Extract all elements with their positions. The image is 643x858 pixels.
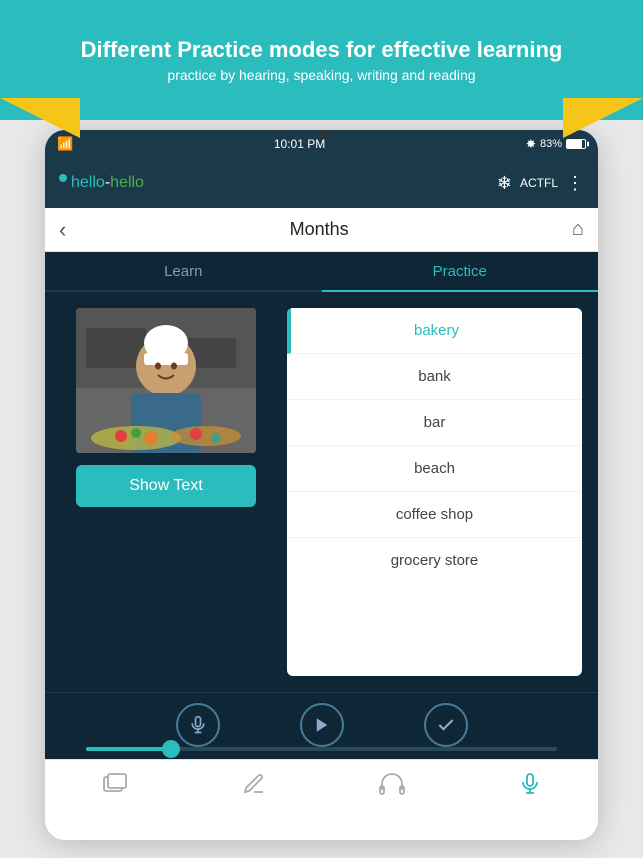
banner-title: Different Practice modes for effective l…	[61, 37, 583, 63]
tab-bar-item-listen[interactable]	[379, 772, 405, 802]
word-item[interactable]: beach	[287, 446, 582, 492]
device-frame: 📶 10:01 PM ✸ 83% hello - hello	[45, 130, 598, 840]
back-button[interactable]: ‹	[59, 217, 66, 243]
tab-practice[interactable]: Practice	[322, 252, 599, 292]
header-right: ❄ ACTFL ⋮	[497, 173, 584, 194]
chef-image	[76, 308, 256, 453]
banner-decoration-right	[563, 98, 643, 138]
check-button[interactable]	[424, 703, 468, 747]
flashcard-icon	[101, 772, 129, 802]
tab-bar-item-speak[interactable]	[518, 772, 542, 802]
tabs: Learn Practice	[45, 252, 598, 292]
tab-bar-item-write[interactable]	[242, 772, 266, 802]
bottom-controls	[45, 692, 598, 759]
practice-area: Show Text bakerybankbarbeachcoffee shopg…	[45, 292, 598, 692]
play-button[interactable]	[300, 703, 344, 747]
control-buttons	[176, 703, 468, 747]
word-item[interactable]: coffee shop	[287, 492, 582, 538]
progress-fill	[86, 747, 171, 751]
tab-bar	[45, 759, 598, 813]
banner-decoration-left	[0, 98, 80, 138]
word-item[interactable]: bar	[287, 400, 582, 446]
battery-fill	[567, 140, 582, 148]
word-item[interactable]: bakery	[287, 308, 582, 354]
speak-icon	[518, 772, 542, 802]
nav-bar: ‹ Months ⌂	[45, 208, 598, 252]
bluetooth-icon: ✸	[526, 137, 536, 151]
actfl-label: ACTFL	[520, 176, 558, 190]
image-placeholder	[76, 308, 256, 453]
home-button[interactable]: ⌂	[572, 218, 584, 241]
battery-bar	[566, 139, 586, 149]
progress-track	[86, 747, 556, 751]
mic-button[interactable]	[176, 703, 220, 747]
status-bar-left: 📶	[57, 136, 73, 152]
tab-learn[interactable]: Learn	[45, 252, 322, 290]
app-header: hello - hello ❄ ACTFL ⋮	[45, 158, 598, 208]
status-time: 10:01 PM	[274, 137, 325, 151]
nav-title: Months	[290, 219, 349, 240]
banner-subtitle: practice by hearing, speaking, writing a…	[167, 67, 475, 83]
word-item[interactable]: grocery store	[287, 538, 582, 583]
write-icon	[242, 772, 266, 802]
menu-icon[interactable]: ⋮	[566, 173, 584, 194]
main-content: Learn Practice	[45, 252, 598, 692]
word-item[interactable]: bank	[287, 354, 582, 400]
logo-area: hello - hello	[59, 174, 144, 192]
word-list: bakerybankbarbeachcoffee shopgrocery sto…	[287, 308, 582, 676]
battery-percent: 83%	[540, 138, 562, 150]
tab-bar-item-flashcard[interactable]	[101, 772, 129, 802]
logo-hello1: hello	[71, 174, 105, 192]
banner: Different Practice modes for effective l…	[0, 0, 643, 120]
camera-dot	[318, 130, 326, 138]
show-text-button[interactable]: Show Text	[76, 465, 256, 507]
progress-thumb	[162, 740, 180, 758]
logo-hello2: hello	[110, 174, 144, 192]
wifi-icon: 📶	[57, 136, 73, 152]
battery-tip	[587, 142, 589, 147]
logo-dot	[59, 174, 67, 182]
status-bar-right: ✸ 83%	[526, 137, 586, 151]
left-panel: Show Text	[61, 308, 271, 676]
snowflake-icon: ❄	[497, 173, 512, 194]
progress-container[interactable]	[86, 747, 556, 751]
headphones-icon	[379, 772, 405, 802]
